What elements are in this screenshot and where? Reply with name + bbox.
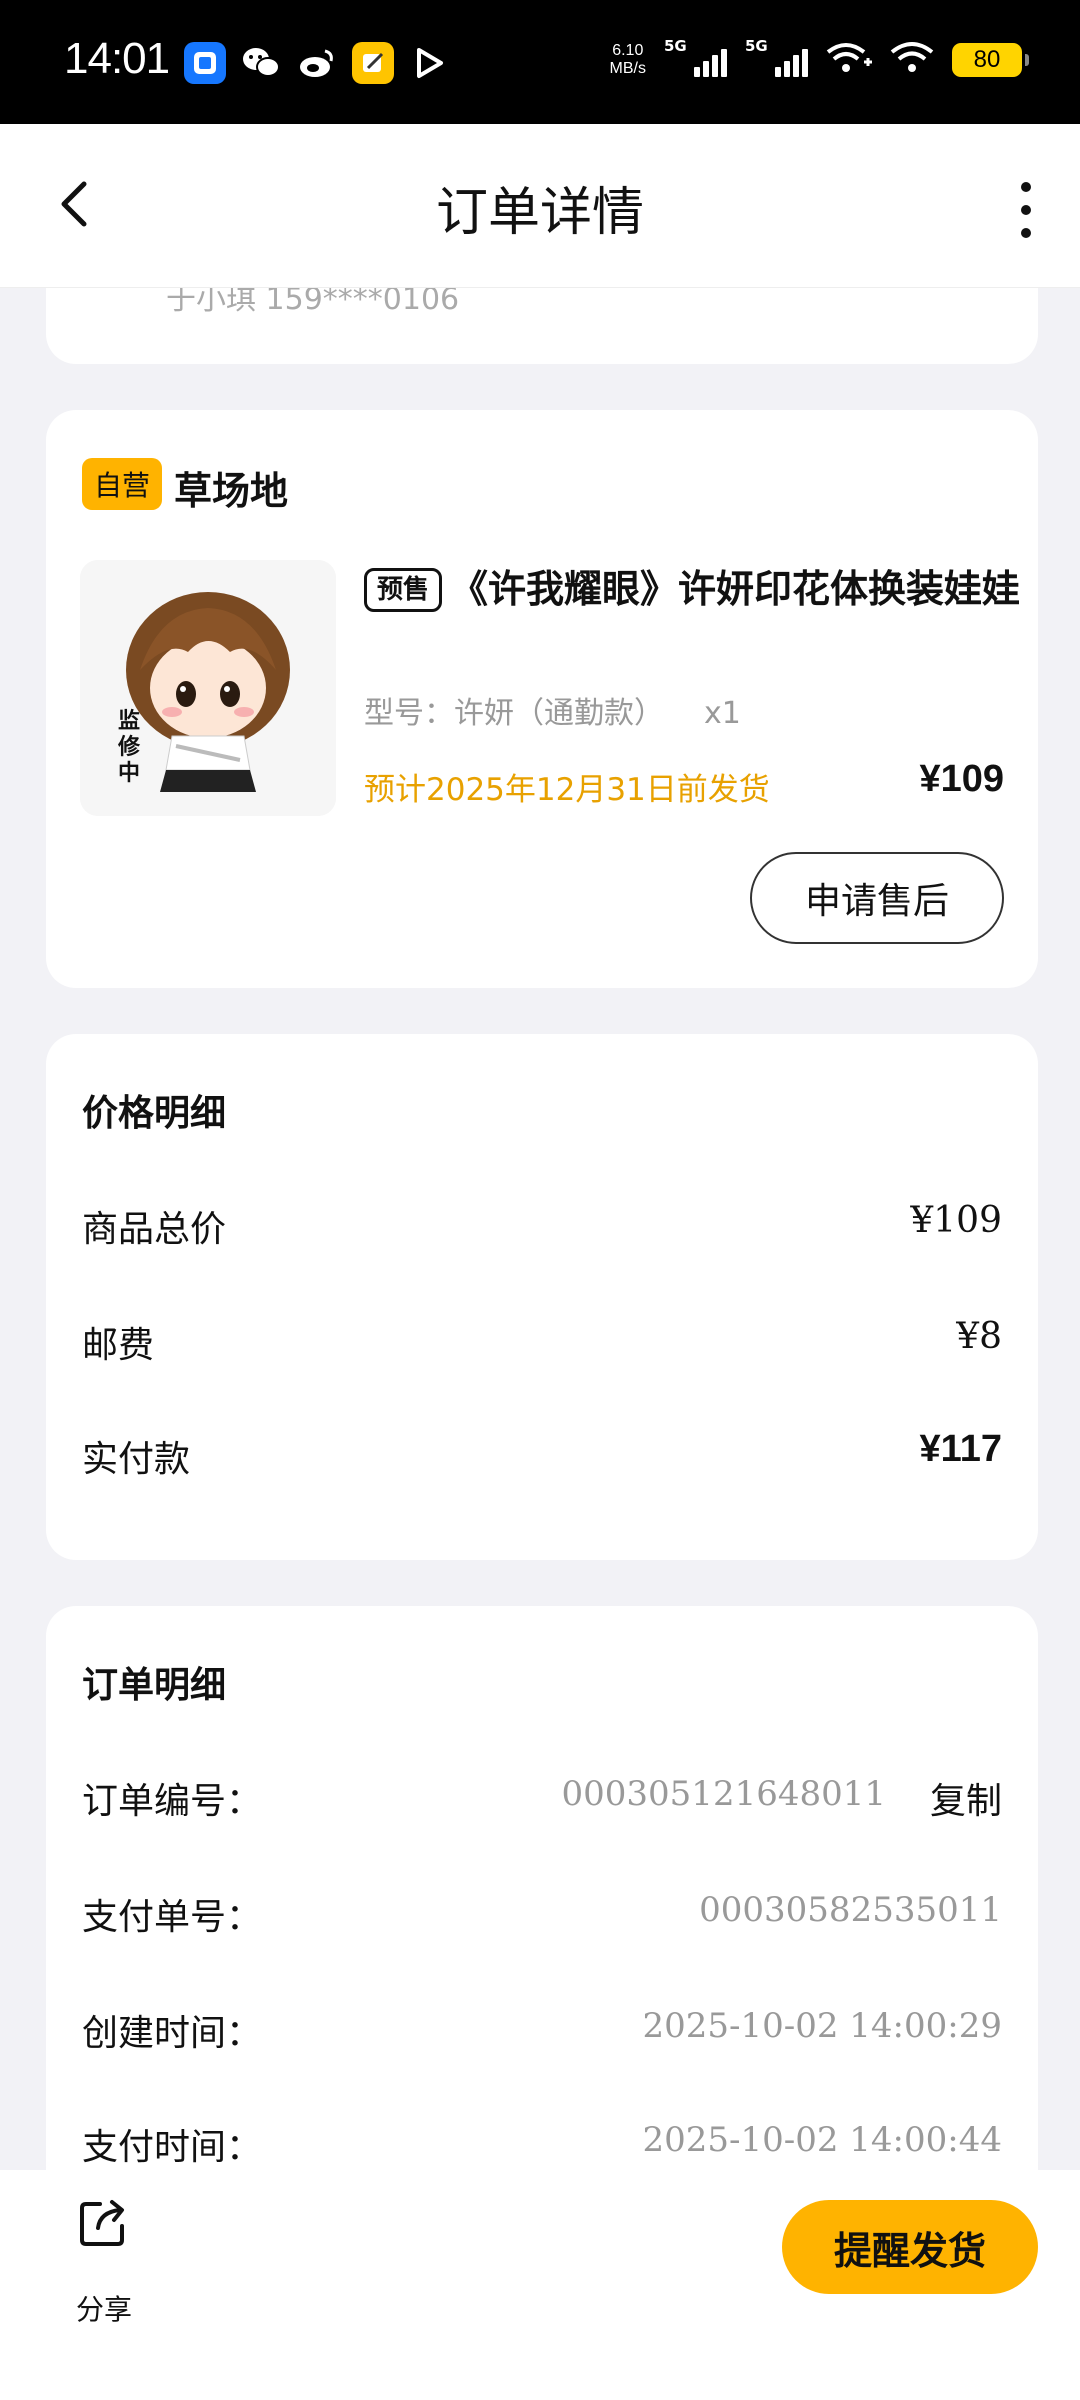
created-time-label: 创建时间：	[82, 2013, 263, 2054]
presale-tag: 预售	[364, 568, 443, 612]
page-title: 订单详情	[435, 183, 644, 243]
shipping-fee-label: 邮费	[82, 1325, 155, 1366]
price-detail-title: 价格明细	[82, 1093, 227, 1134]
paid-time-value: 2025-10-02 14:00:44	[642, 2120, 1002, 2160]
subtotal-value: ¥109	[910, 1200, 1002, 1241]
price-detail-card: 价格明细 商品总价 ¥109 邮费 ¥8 实付款 ¥117	[46, 1034, 1038, 1560]
signal-1-icon: 5G	[664, 37, 727, 77]
order-number-label: 订单编号：	[82, 1781, 263, 1822]
copy-order-number-button[interactable]: 复制	[930, 1772, 1002, 1824]
order-number-value: 000305121648011	[561, 1774, 886, 1814]
spec-value: 许妍（通勤款）	[454, 696, 664, 731]
payment-number-label: 支付单号：	[82, 1897, 263, 1938]
remind-ship-button[interactable]: 提醒发货	[782, 2200, 1038, 2294]
shipping-estimate: 预计2025年12月31日前发货	[364, 772, 770, 808]
shipping-fee-value: ¥8	[956, 1316, 1002, 1357]
store-card: 自营 草场地 监 修 中 预售 《许我耀眼》许妍印花体换装娃娃 型号：许妍（通勤…	[46, 410, 1038, 988]
status-app-icons	[184, 42, 450, 84]
signal-2-label: 5G	[745, 37, 768, 55]
wifi-plus-icon	[826, 40, 872, 80]
product-title[interactable]: 预售 《许我耀眼》许妍印花体换装娃娃	[364, 560, 1024, 618]
product-title-text: 《许我耀眼》许妍印花体换装娃娃	[450, 567, 1021, 611]
product-quantity: x1	[704, 696, 741, 731]
note-app-icon	[352, 42, 394, 84]
more-options-button[interactable]	[1016, 182, 1036, 238]
share-button[interactable]: 分享	[74, 2194, 134, 2326]
top-navigation-bar: 订单详情	[0, 124, 1080, 288]
more-dot-icon	[1021, 205, 1031, 215]
created-time-value: 2025-10-02 14:00:29	[642, 2006, 1002, 2046]
store-name[interactable]: 草场地	[174, 460, 288, 515]
product-image[interactable]: 监 修 中	[80, 560, 336, 816]
weibo-icon	[296, 42, 338, 84]
svg-text:修: 修	[117, 734, 141, 760]
bottom-action-bar: 分享 提醒发货	[0, 2170, 1080, 2400]
svg-text:监: 监	[118, 708, 140, 734]
wechat-icon	[240, 42, 282, 84]
spec-label: 型号：	[364, 696, 454, 731]
self-operated-badge: 自营	[82, 458, 163, 510]
share-label: 分享	[76, 2293, 133, 2326]
paid-time-label: 支付时间：	[82, 2127, 263, 2168]
alipay-icon	[184, 42, 226, 84]
product-spec: 型号：许妍（通勤款） x1	[364, 688, 741, 732]
signal-2-icon: 5G	[745, 37, 808, 77]
speed-unit: MB/s	[609, 60, 646, 77]
status-bar: 14:01 6.10 MB/s 5G 5G 80	[0, 0, 1080, 124]
battery-icon: 80	[952, 43, 1029, 77]
play-icon	[408, 42, 450, 84]
doll-illustration: 监 修 中	[80, 560, 336, 816]
payment-number-value: 00030582535011	[699, 1890, 1002, 1930]
status-time: 14:01	[64, 34, 170, 83]
wifi-icon	[890, 40, 934, 80]
signal-1-label: 5G	[664, 37, 687, 55]
network-speed: 6.10 MB/s	[610, 42, 646, 78]
status-right: 6.10 MB/s 5G 5G 80	[610, 37, 1029, 80]
svg-text:中: 中	[118, 760, 140, 786]
product-price: ¥109	[919, 758, 1004, 800]
more-dot-icon	[1021, 228, 1031, 238]
after-sale-button[interactable]: 申请售后	[750, 852, 1004, 944]
more-dot-icon	[1021, 182, 1031, 192]
share-icon	[80, 2200, 124, 2246]
order-detail-title: 订单明细	[82, 1665, 227, 1706]
speed-value: 6.10	[612, 42, 644, 59]
amount-paid-label: 实付款	[82, 1439, 191, 1480]
amount-paid-value: ¥117	[919, 1428, 1002, 1470]
subtotal-label: 商品总价	[82, 1209, 227, 1250]
